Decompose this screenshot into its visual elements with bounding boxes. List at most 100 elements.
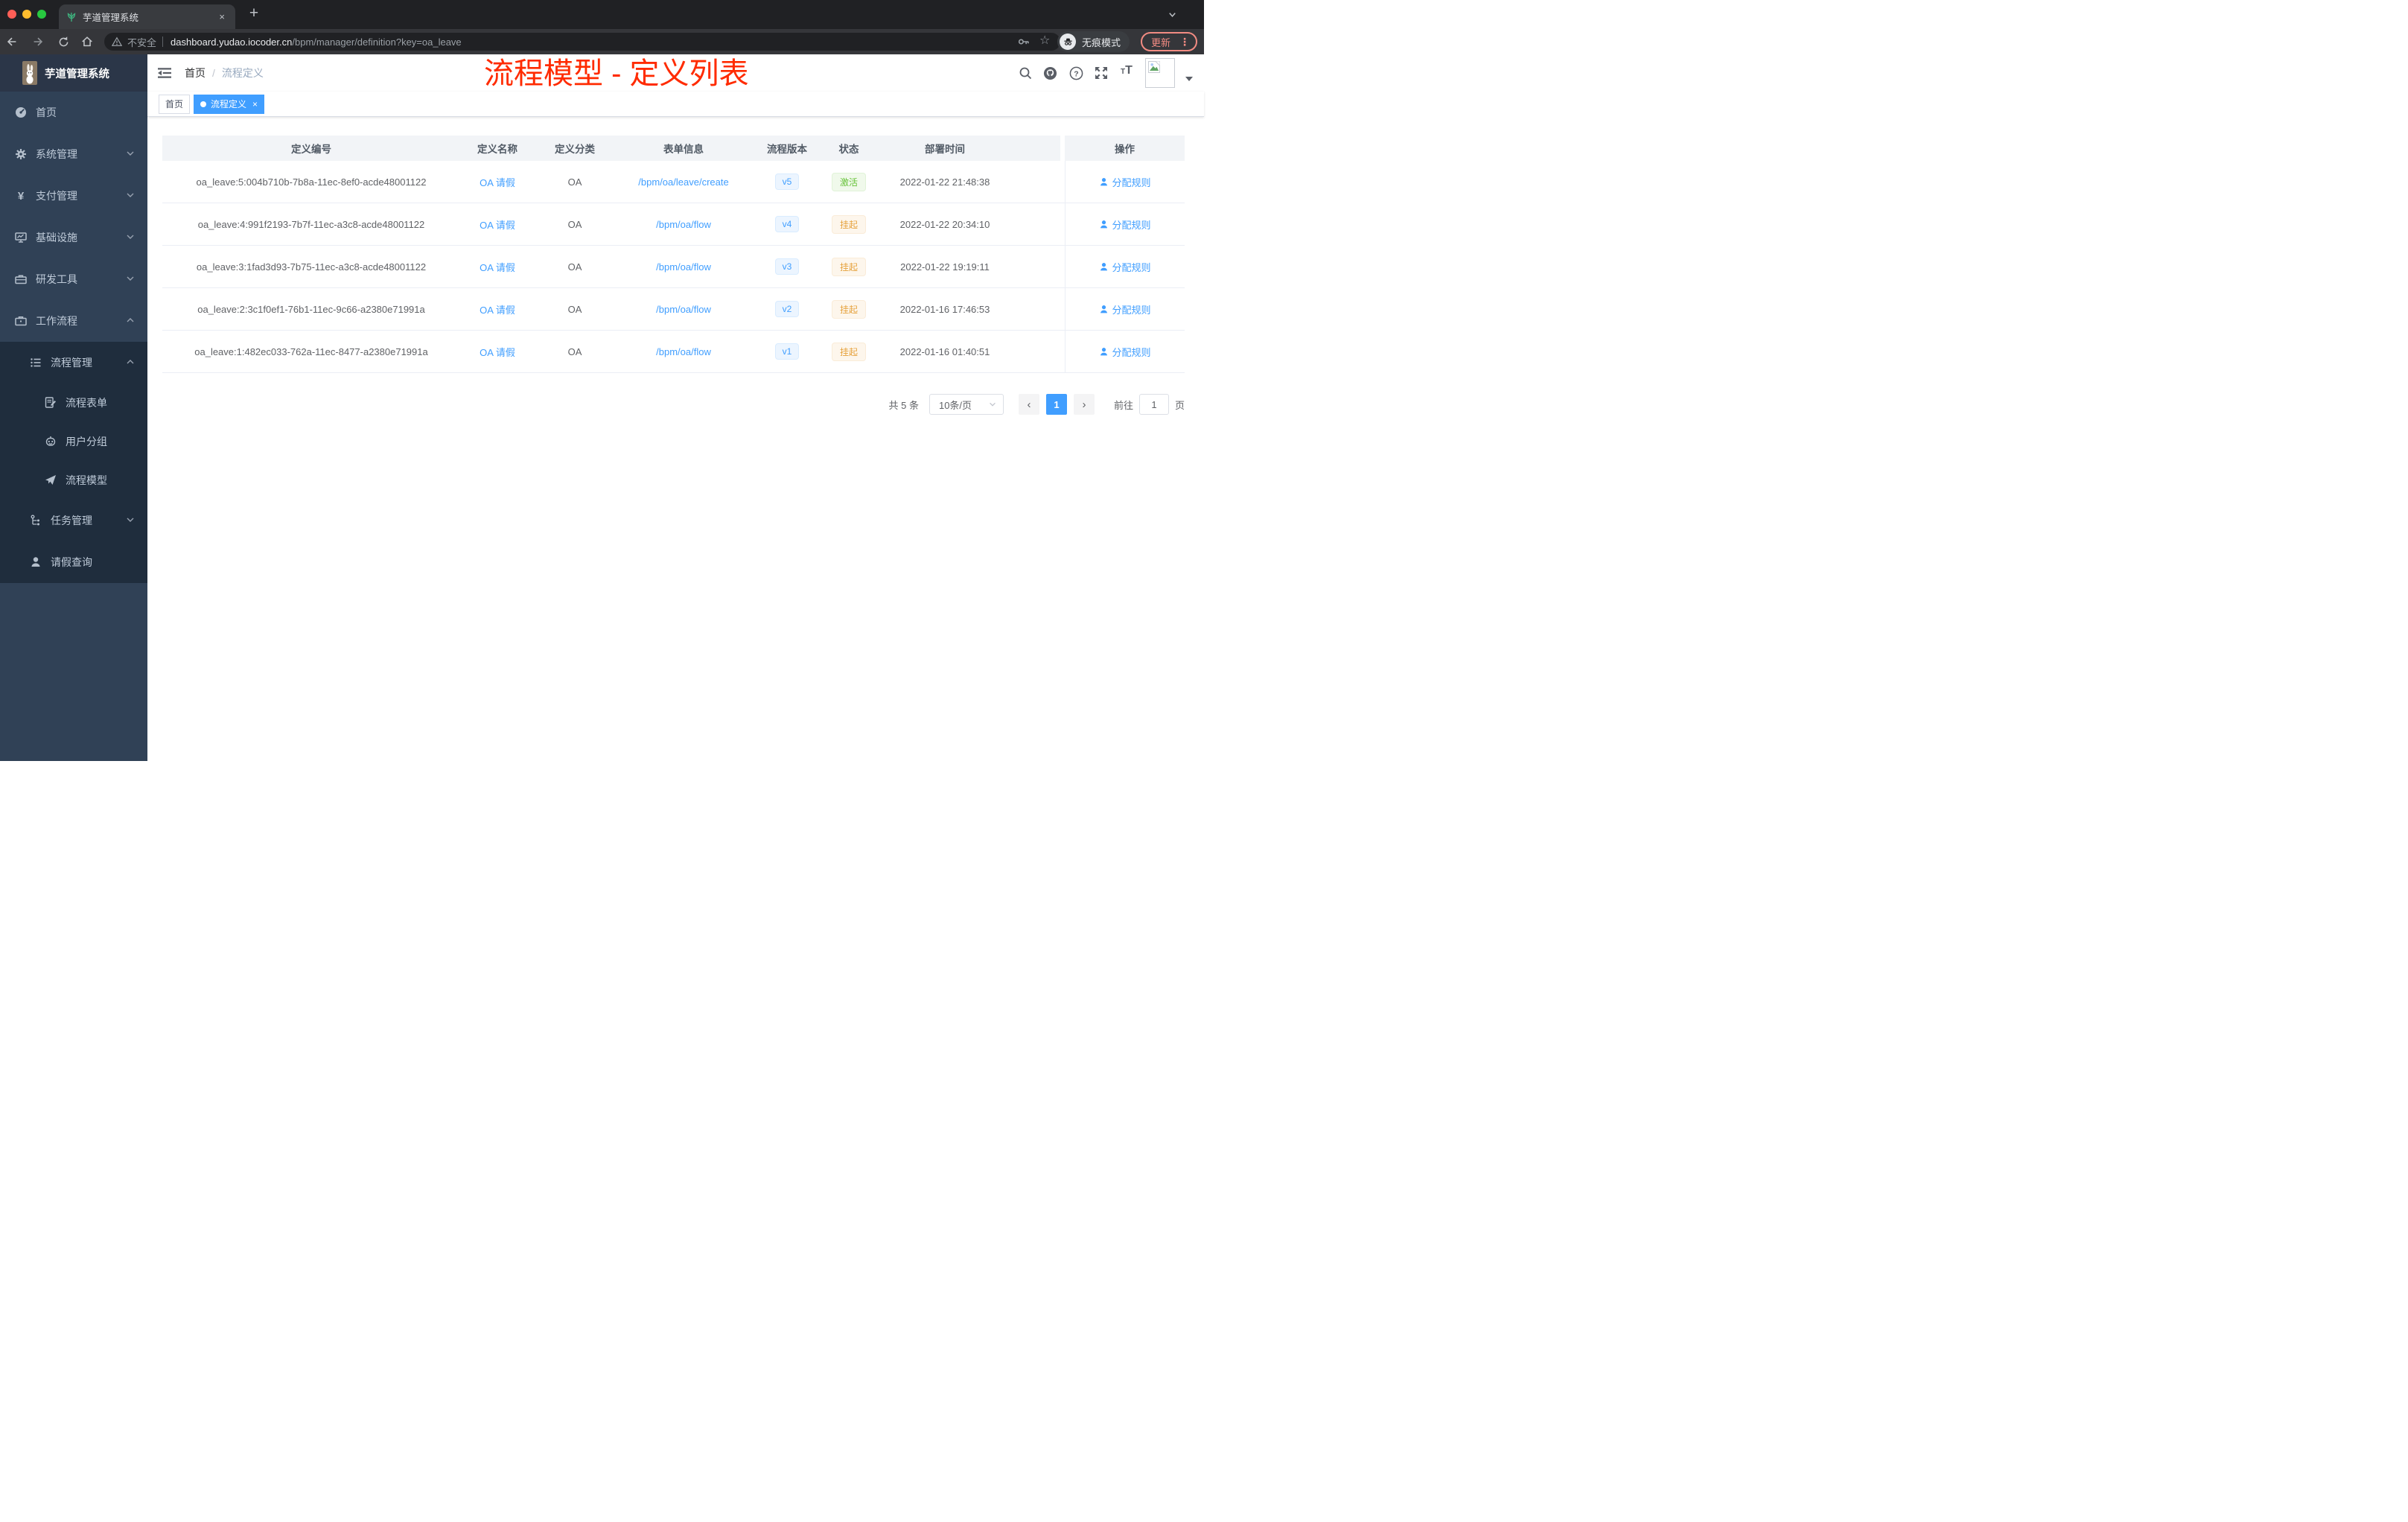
user-icon xyxy=(1101,177,1108,185)
version-badge: v5 xyxy=(774,173,800,190)
sidebar-item-payment[interactable]: ¥ 支付管理 xyxy=(0,175,147,217)
reload-icon[interactable] xyxy=(56,34,71,49)
app-logo[interactable]: 芋道管理系统 xyxy=(0,54,147,92)
paper-plane-icon xyxy=(45,475,56,485)
tab-search-chevron-icon[interactable] xyxy=(1168,10,1177,23)
sidebar-item-task-management[interactable]: 任务管理 xyxy=(0,500,147,541)
page-unit-label: 页 xyxy=(1174,399,1185,411)
font-size-icon[interactable]: TT xyxy=(1121,64,1133,77)
browser-menu-dots-icon[interactable]: ⋮ xyxy=(1179,36,1190,48)
sidebar-item-process-form[interactable]: 流程表单 xyxy=(0,383,147,422)
github-icon[interactable] xyxy=(1043,66,1057,84)
forward-icon[interactable] xyxy=(31,34,45,49)
briefcase-icon xyxy=(15,316,27,326)
prev-page-button[interactable]: ‹ xyxy=(1018,394,1039,415)
tab-close-icon[interactable]: × xyxy=(216,11,228,22)
app-window: 芋道管理系统 首页 系统管理 ¥ 支付管理 基础设施 研发工具 工作流程 流程管… xyxy=(0,54,1204,761)
page-number-button[interactable]: 1 xyxy=(1045,394,1067,415)
password-key-icon[interactable] xyxy=(1017,35,1031,52)
sidebar-item-dev-tools[interactable]: 研发工具 xyxy=(0,258,147,300)
sidebar-item-label: 流程管理 xyxy=(51,357,92,369)
search-icon[interactable] xyxy=(1019,66,1032,83)
definition-id: oa_leave:1:482ec033-762a-11ec-8477-a2380… xyxy=(194,346,428,357)
update-browser-button[interactable]: 更新 ⋮ xyxy=(1141,32,1197,51)
definition-table: 定义编号 定义名称 定义分类 表单信息 流程版本 状态 部署时间 操作 oa_l… xyxy=(162,136,1185,373)
org-branch-icon xyxy=(31,515,39,526)
home-icon[interactable] xyxy=(80,34,95,49)
pagination: 共 5 条 10条/页 ‹ 1 › 前往 1 页 xyxy=(147,394,1185,415)
user-icon xyxy=(1101,347,1108,355)
assign-rule-button[interactable]: 分配规则 xyxy=(1099,217,1151,232)
page-size-select[interactable]: 10条/页 xyxy=(929,394,1004,415)
zoom-window-button[interactable] xyxy=(37,10,46,19)
sidebar-item-label: 研发工具 xyxy=(36,273,77,285)
browser-tab-strip: 芋道管理系统 × + xyxy=(0,0,1204,29)
definition-name-link[interactable]: OA 请假 xyxy=(480,175,515,189)
sidebar-item-label: 请假查询 xyxy=(51,556,92,568)
tag-close-icon[interactable]: × xyxy=(252,99,258,109)
assign-rule-button[interactable]: 分配规则 xyxy=(1099,260,1151,274)
breadcrumb-home[interactable]: 首页 xyxy=(185,66,206,80)
back-icon[interactable] xyxy=(4,34,19,49)
column-header-filler xyxy=(1014,136,1060,161)
form-link[interactable]: /bpm/oa/flow xyxy=(656,261,711,273)
new-tab-button[interactable]: + xyxy=(243,3,264,24)
sidebar-item-user-group[interactable]: 用户分组 xyxy=(0,422,147,461)
chevron-down-icon xyxy=(125,148,136,161)
version-badge: v1 xyxy=(774,343,800,360)
next-page-button[interactable]: › xyxy=(1073,394,1095,415)
not-secure-warning-icon xyxy=(112,36,122,46)
user-icon xyxy=(1101,220,1108,228)
bookmark-star-icon[interactable]: ☆ xyxy=(1039,33,1050,48)
fullscreen-icon[interactable] xyxy=(1095,66,1108,83)
definition-name-link[interactable]: OA 请假 xyxy=(480,260,515,274)
collapse-sidebar-icon[interactable] xyxy=(158,66,173,80)
tag-home[interactable]: 首页 xyxy=(159,94,191,114)
sidebar-item-label: 系统管理 xyxy=(36,148,77,160)
definition-name-link[interactable]: OA 请假 xyxy=(480,217,515,232)
sidebar-item-leave-query[interactable]: 请假查询 xyxy=(0,541,147,583)
avatar-dropdown-caret-icon[interactable] xyxy=(1185,77,1193,81)
version-badge: v4 xyxy=(774,216,800,232)
close-window-button[interactable] xyxy=(7,10,16,19)
form-link[interactable]: /bpm/oa/flow xyxy=(656,219,711,230)
url-host: dashboard.yudao.iocoder.cn xyxy=(171,36,293,48)
form-link[interactable]: /bpm/oa/flow xyxy=(656,304,711,315)
column-header: 定义编号 xyxy=(162,136,460,161)
help-icon[interactable]: ? xyxy=(1069,66,1083,84)
column-header: 部署时间 xyxy=(876,136,1014,161)
minimize-window-button[interactable] xyxy=(22,10,31,19)
definition-category: OA xyxy=(567,261,582,273)
goto-label: 前往 xyxy=(1113,399,1133,411)
sidebar-item-process-model[interactable]: 流程模型 xyxy=(0,461,147,500)
goto-page-input[interactable]: 1 xyxy=(1138,394,1169,415)
form-link[interactable]: /bpm/oa/flow xyxy=(656,346,711,357)
assign-rule-button[interactable]: 分配规则 xyxy=(1099,302,1151,316)
sidebar-item-system[interactable]: 系统管理 xyxy=(0,133,147,175)
sidebar-item-home[interactable]: 首页 xyxy=(0,92,147,133)
sidebar-item-workflow[interactable]: 工作流程 xyxy=(0,300,147,342)
sidebar-item-process-management[interactable]: 流程管理 xyxy=(0,342,147,383)
deploy-time: 2022-01-22 20:34:10 xyxy=(899,218,990,230)
sidebar-item-label: 首页 xyxy=(36,106,57,118)
url-bar[interactable]: 不安全 dashboard.yudao.iocoder.cn/bpm/manag… xyxy=(104,33,1060,51)
app-title: 芋道管理系统 xyxy=(45,68,109,80)
chevron-down-icon xyxy=(125,190,136,203)
security-label[interactable]: 不安全 xyxy=(127,35,156,49)
sidebar-item-label: 流程模型 xyxy=(66,474,107,486)
sidebar-item-label: 支付管理 xyxy=(36,190,77,202)
deploy-time: 2022-01-16 01:40:51 xyxy=(899,346,990,357)
tag-process-definition[interactable]: 流程定义 × xyxy=(194,94,265,114)
avatar[interactable] xyxy=(1145,58,1175,88)
form-link[interactable]: /bpm/oa/leave/create xyxy=(638,176,728,188)
definition-name-link[interactable]: OA 请假 xyxy=(480,345,515,359)
definition-id: oa_leave:4:991f2193-7b7f-11ec-a3c8-acde4… xyxy=(197,218,425,230)
browser-tab[interactable]: 芋道管理系统 × xyxy=(59,4,235,29)
sidebar-item-label: 用户分组 xyxy=(66,436,107,448)
definition-name-link[interactable]: OA 请假 xyxy=(480,302,515,316)
assign-rule-button[interactable]: 分配规则 xyxy=(1099,345,1151,359)
chevron-up-icon xyxy=(125,315,136,328)
sidebar-item-infrastructure[interactable]: 基础设施 xyxy=(0,217,147,258)
incognito-icon xyxy=(1060,34,1076,50)
assign-rule-button[interactable]: 分配规则 xyxy=(1099,175,1151,189)
